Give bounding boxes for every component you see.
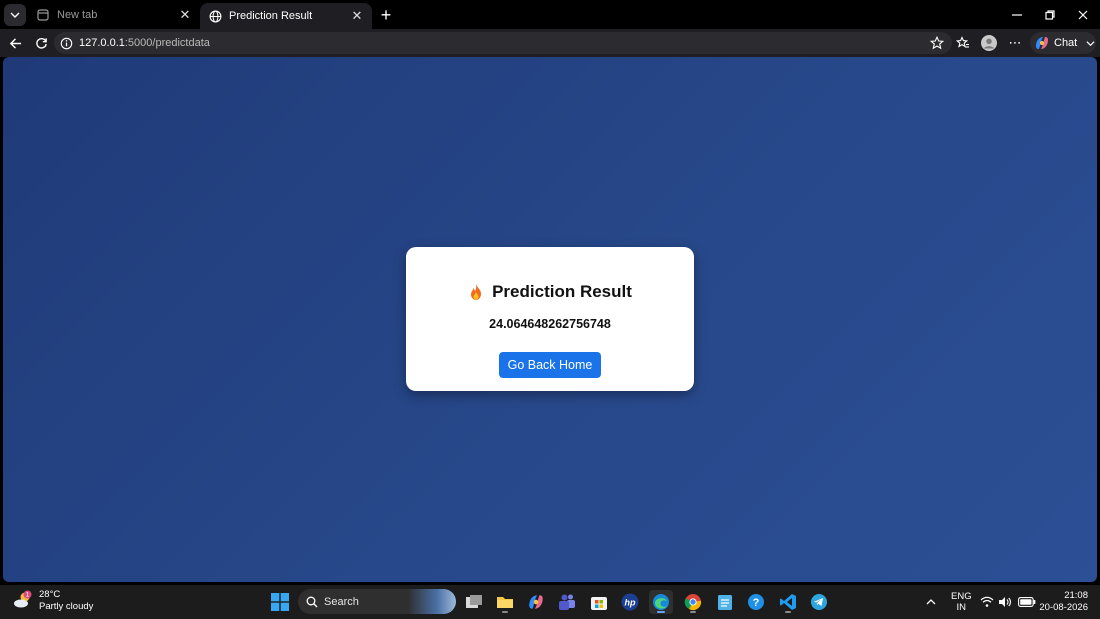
telegram-icon xyxy=(811,594,827,610)
page-icon xyxy=(36,8,50,22)
chrome-button[interactable] xyxy=(681,590,705,614)
vscode-icon xyxy=(780,594,796,610)
partly-cloudy-icon: 1 xyxy=(14,590,32,608)
hp-app-button[interactable]: hp xyxy=(618,590,642,614)
store-button[interactable] xyxy=(587,590,611,614)
start-button[interactable] xyxy=(268,590,292,614)
temperature: 28°C xyxy=(39,589,61,600)
chevron-down-icon xyxy=(10,12,20,18)
tab-label: New tab xyxy=(57,9,98,21)
favorites-icon xyxy=(956,36,969,48)
new-tab-button[interactable]: + xyxy=(376,5,396,25)
vscode-button[interactable] xyxy=(776,590,800,614)
tab-strip: New tab ✕ Prediction Result ✕ + xyxy=(0,0,1100,29)
help-icon: ? xyxy=(748,594,764,610)
refresh-button[interactable] xyxy=(31,33,51,53)
store-icon xyxy=(591,597,607,610)
minimize-button[interactable] xyxy=(1002,0,1032,29)
more-icon: ⋯ xyxy=(1008,35,1022,50)
close-tab-icon[interactable]: ✕ xyxy=(178,7,192,22)
fire-icon xyxy=(471,284,482,300)
chevron-up-icon xyxy=(926,599,936,605)
task-view-button[interactable] xyxy=(462,590,486,614)
result-card: Prediction Result 24.064648262756748 Go … xyxy=(406,247,694,391)
search-icon xyxy=(306,596,318,607)
copilot-app-button[interactable] xyxy=(524,590,548,614)
get-help-button[interactable]: ? xyxy=(744,590,768,614)
language-secondary: IN xyxy=(956,602,967,613)
weather-widget[interactable]: 1 28°C Partly cloudy xyxy=(12,589,93,613)
tab-prediction-result[interactable]: Prediction Result ✕ xyxy=(200,3,372,29)
svg-text:hp: hp xyxy=(625,598,636,608)
copilot-chat-button[interactable]: Chat xyxy=(1030,32,1096,54)
windows-logo-icon xyxy=(271,593,289,611)
search-label: Search xyxy=(324,595,359,608)
file-explorer-button[interactable] xyxy=(493,590,517,614)
edge-button[interactable] xyxy=(649,590,673,614)
page-viewport: Prediction Result 24.064648262756748 Go … xyxy=(3,57,1097,582)
close-icon xyxy=(1078,10,1088,19)
refresh-icon xyxy=(35,37,47,49)
page-title: Prediction Result xyxy=(406,282,694,302)
copilot-icon xyxy=(529,595,543,609)
avatar-icon xyxy=(981,35,997,51)
taskbar-search[interactable]: Search xyxy=(298,589,456,614)
globe-icon xyxy=(208,9,222,23)
wifi-icon xyxy=(980,596,994,607)
taskbar-clock[interactable]: 21:08 20-08-2026 xyxy=(1039,590,1088,614)
url-path: :5000/predictdata xyxy=(124,37,210,49)
notepad-button[interactable] xyxy=(713,590,737,614)
go-back-home-button[interactable]: Go Back Home xyxy=(499,352,601,378)
chrome-icon xyxy=(684,594,702,611)
chat-label: Chat xyxy=(1054,37,1078,49)
chevron-down-icon xyxy=(1086,40,1095,46)
restore-icon xyxy=(1045,9,1055,20)
minimize-icon xyxy=(1012,13,1022,16)
info-icon xyxy=(60,37,73,49)
show-hidden-icons-button[interactable] xyxy=(926,585,936,619)
clock-time: 21:08 xyxy=(1064,590,1088,601)
copilot-icon xyxy=(1036,37,1048,49)
page-title-text: Prediction Result xyxy=(492,282,632,301)
hp-logo-icon: hp xyxy=(621,593,639,611)
back-button[interactable] xyxy=(5,33,25,53)
weather-condition: Partly cloudy xyxy=(39,601,94,612)
arrow-left-icon xyxy=(9,37,21,49)
browser-toolbar: 127.0.0.1:5000/predictdata ⋯ Chat xyxy=(0,29,1100,57)
notepad-icon xyxy=(718,595,732,610)
tab-label: Prediction Result xyxy=(229,10,313,22)
edge-icon xyxy=(653,594,669,610)
url-host: 127.0.0.1 xyxy=(79,37,125,49)
close-window-button[interactable] xyxy=(1068,0,1098,29)
prediction-value: 24.064648262756748 xyxy=(489,317,611,331)
svg-text:?: ? xyxy=(753,597,760,609)
language-primary: ENG xyxy=(951,591,972,602)
close-tab-icon[interactable]: ✕ xyxy=(350,8,364,23)
tab-new-tab[interactable]: New tab ✕ xyxy=(28,3,200,27)
star-icon xyxy=(930,36,944,50)
search-highlight-image xyxy=(408,589,456,614)
folder-icon xyxy=(497,597,513,608)
volume-icon xyxy=(999,597,1011,607)
task-view-icon xyxy=(466,595,482,608)
input-language[interactable]: ENG IN xyxy=(951,585,972,619)
taskbar: 1 28°C Partly cloudy Search hp ? ENG IN … xyxy=(0,585,1100,619)
profile-button[interactable] xyxy=(979,33,999,53)
address-bar[interactable]: 127.0.0.1:5000/predictdata xyxy=(54,32,952,54)
quick-settings-button[interactable] xyxy=(980,585,1036,619)
battery-icon xyxy=(1018,597,1036,607)
favorites-button[interactable] xyxy=(953,33,973,53)
telegram-button[interactable] xyxy=(807,590,831,614)
more-options-button[interactable]: ⋯ xyxy=(1005,33,1025,53)
favorite-star-button[interactable] xyxy=(927,33,947,53)
teams-icon xyxy=(559,594,575,610)
tab-actions-button[interactable] xyxy=(4,4,26,26)
teams-button[interactable] xyxy=(555,590,579,614)
restore-button[interactable] xyxy=(1035,0,1065,29)
clock-date: 20-08-2026 xyxy=(1039,602,1088,613)
